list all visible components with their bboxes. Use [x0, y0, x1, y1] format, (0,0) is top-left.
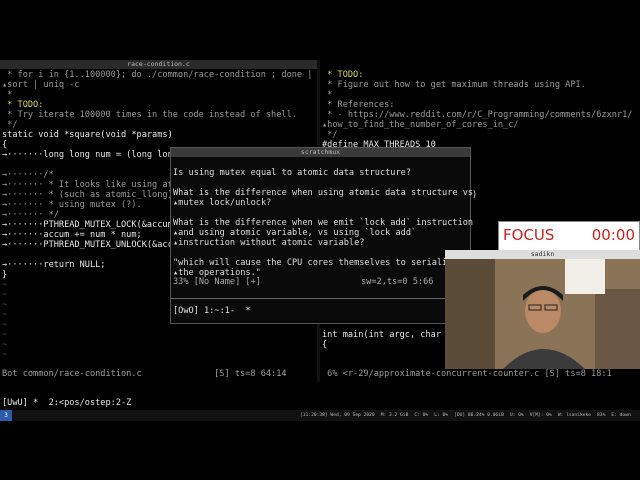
scratchmux-popup[interactable]: scratchmux Is using mutex equal to atomi…	[170, 147, 473, 324]
code-line[interactable]: * References:	[322, 100, 394, 110]
code-line[interactable]: ~	[2, 300, 7, 310]
code-line[interactable]: →·······/*	[2, 170, 54, 180]
code-line[interactable]: →······· */	[2, 210, 59, 220]
code-line[interactable]: ~	[2, 290, 7, 300]
focus-timer-widget[interactable]: FOCUS 00:00	[498, 221, 640, 251]
code-line[interactable]: →·······return NULL;	[2, 260, 105, 270]
code-line[interactable]: →······· * using mutex (?).	[2, 200, 142, 210]
popup-title: scratchmux	[171, 148, 470, 157]
popup-text-line[interactable]: ▴instruction without atomic variable?	[173, 238, 364, 248]
system-indicator: U: 0%	[509, 413, 524, 418]
code-line[interactable]: ▴how_to_find_the_number_of_cores_in_c/	[322, 120, 519, 130]
code-line[interactable]: →·······PTHREAD_MUTEX_LOCK(&accum	[2, 220, 173, 230]
code-line[interactable]: {	[322, 340, 327, 350]
popup-text-line[interactable]: Is using mutex equal to atomic data stru…	[173, 168, 411, 178]
code-line[interactable]: ~	[2, 330, 7, 340]
code-line[interactable]: }	[2, 270, 7, 280]
system-indicators: [11:20:38] Wed, 09 Sep 2020 M: 3.2 GiB C: …	[300, 413, 637, 418]
workspace-indicator[interactable]: 3	[0, 410, 12, 421]
popup-text-line[interactable]: What is the difference when using atomic…	[173, 188, 473, 198]
popup-text-line[interactable]: ▴mutex lock/unlock?	[173, 198, 271, 208]
code-line[interactable]: ~	[2, 310, 7, 320]
left-status-line: Bot common/race-condition.c [S] ts=8 64:…	[2, 369, 287, 379]
popup-text-line[interactable]: What is the difference when we emit `loc…	[173, 218, 473, 228]
code-line[interactable]: ~	[2, 340, 7, 350]
system-indicator: W: lsanikeke	[557, 413, 592, 418]
system-indicator: [11:20:38] Wed, 09 Sep 2020	[300, 413, 375, 418]
system-indicator: V[M]: 0%	[529, 413, 552, 418]
left-pane-title: race-condition.c	[0, 60, 317, 69]
code-line[interactable]: →······· * (such as atomic_llong)	[2, 190, 173, 200]
system-indicator: M: 3.2 GiB	[380, 413, 409, 418]
code-line[interactable]: ~	[2, 350, 7, 360]
code-line[interactable]: * TODO:	[2, 100, 43, 110]
webcam-title: sadikn	[445, 250, 640, 259]
popup-tmux-bar: [OwO] 1:~:1- *	[173, 306, 251, 316]
right-status-line: 6% <r-29/approximate-concurrent-counter.…	[322, 369, 612, 379]
code-line[interactable]: →·······PTHREAD_MUTEX_UNLOCK(&accu	[2, 240, 178, 250]
code-line[interactable]: ▴sort | uniq -c	[2, 80, 80, 90]
system-status-bar: 3 [11:20:38] Wed, 09 Sep 2020 M: 3.2 GiB C…	[0, 410, 640, 421]
webcam-scene	[445, 259, 640, 369]
code-line[interactable]: ~	[2, 280, 7, 290]
popup-separator	[171, 298, 470, 299]
code-line[interactable]: * for i in {1..100000}; do ./common/race…	[2, 70, 312, 80]
code-line[interactable]: *	[322, 90, 332, 100]
focus-label: FOCUS	[503, 226, 555, 244]
system-indicator: L: 0%	[434, 413, 449, 418]
code-line[interactable]: *	[2, 90, 12, 100]
code-line[interactable]: →·······long long num = (long long	[2, 150, 178, 160]
tmux-status-bar: [UwU] * 2:<pos/ostep:2-Z	[2, 398, 132, 408]
code-line[interactable]: * TODO:	[322, 70, 363, 80]
code-line[interactable]: ~	[2, 320, 7, 330]
code-line[interactable]: * Try iterate 100000 times in the code i…	[2, 110, 297, 120]
popup-status-left: 33% [No Name] [+]	[173, 277, 261, 287]
code-line[interactable]: */	[2, 120, 17, 130]
popup-text-line[interactable]: ▴and using atomic variable, vs using `lo…	[173, 228, 416, 238]
system-indicator: [DU] 86.24% 0.0GiB	[454, 413, 504, 418]
system-indicator: 83%	[597, 413, 606, 418]
code-line[interactable]: {	[2, 140, 7, 150]
top-empty-area	[0, 0, 640, 60]
code-line[interactable]: * Figure out how to get maximum threads …	[322, 80, 586, 90]
code-line[interactable]: →·······accum += num * num;	[2, 230, 142, 240]
code-line[interactable]: →······· * It looks like using ato	[2, 180, 178, 190]
focus-timer: 00:00	[591, 226, 635, 244]
code-line[interactable]: */	[322, 130, 337, 140]
code-line[interactable]: static void *square(void *params)	[2, 130, 173, 140]
popup-status-right: sw=2,ts=0 5:66	[361, 277, 434, 287]
system-indicator: E: down	[611, 413, 631, 418]
popup-text-line[interactable]: "which will cause the CPU cores themselv…	[173, 258, 458, 268]
webcam-window[interactable]: sadikn	[445, 250, 640, 369]
code-line[interactable]: int main(int argc, char *	[322, 330, 451, 340]
code-line[interactable]: * - https://www.reddit.com/r/C_Programmi…	[322, 110, 632, 120]
system-indicator: C: 0%	[414, 413, 429, 418]
